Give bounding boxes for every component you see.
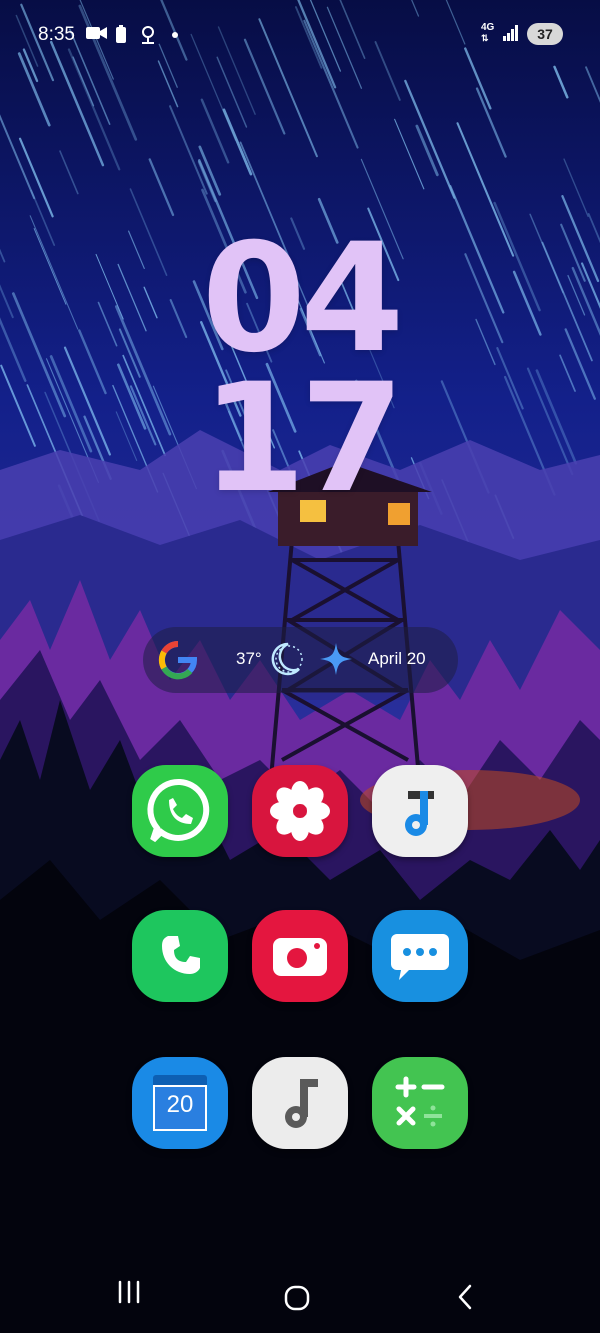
messages-icon <box>391 934 449 980</box>
video-icon <box>86 27 107 39</box>
phone-icon <box>162 936 200 974</box>
gemini-sparkle-icon[interactable] <box>318 641 354 677</box>
location-icon <box>142 26 154 44</box>
whatsapp-icon <box>147 778 210 843</box>
status-time: 8:35 <box>38 24 75 45</box>
clock-widget[interactable]: 04 17 <box>150 212 450 526</box>
status-bar: 8:35 4G ⇅ 37 <box>0 0 600 70</box>
app-calculator[interactable] <box>372 1057 468 1149</box>
app-calendar[interactable]: 20 <box>132 1057 228 1149</box>
screen-recorder-icon <box>273 938 327 976</box>
app-music[interactable] <box>372 765 468 857</box>
music-note-icon <box>405 791 434 836</box>
recent-apps-icon[interactable] <box>117 1280 141 1304</box>
signal-icon <box>503 25 518 41</box>
battery-level: 37 <box>527 23 563 45</box>
battery-saver-icon <box>116 25 126 43</box>
app-phone[interactable] <box>132 910 228 1002</box>
clock-minute: 17 <box>201 352 405 526</box>
home-icon[interactable] <box>284 1285 310 1311</box>
notification-dot-icon <box>172 32 178 38</box>
calendar-day: 20 <box>166 1091 194 1118</box>
moon-icon <box>271 642 303 676</box>
clock-hour: 04 <box>201 212 405 386</box>
app-screen-recorder[interactable] <box>252 910 348 1002</box>
flower-icon <box>270 781 330 841</box>
back-icon[interactable] <box>456 1283 474 1311</box>
calculator-icon <box>395 1076 445 1127</box>
app-flower[interactable] <box>252 765 348 857</box>
app-whatsapp[interactable] <box>132 765 228 857</box>
glance-date[interactable]: April 20 <box>368 649 426 669</box>
music-note-icon <box>285 1079 318 1128</box>
app-music-player[interactable] <box>252 1057 348 1149</box>
weather-temperature[interactable]: 37° <box>236 649 262 669</box>
network-type: 4G ⇅ <box>481 22 495 44</box>
google-icon[interactable] <box>157 639 199 681</box>
calendar-icon: 20 <box>153 1075 207 1131</box>
app-messages[interactable] <box>372 910 468 1002</box>
